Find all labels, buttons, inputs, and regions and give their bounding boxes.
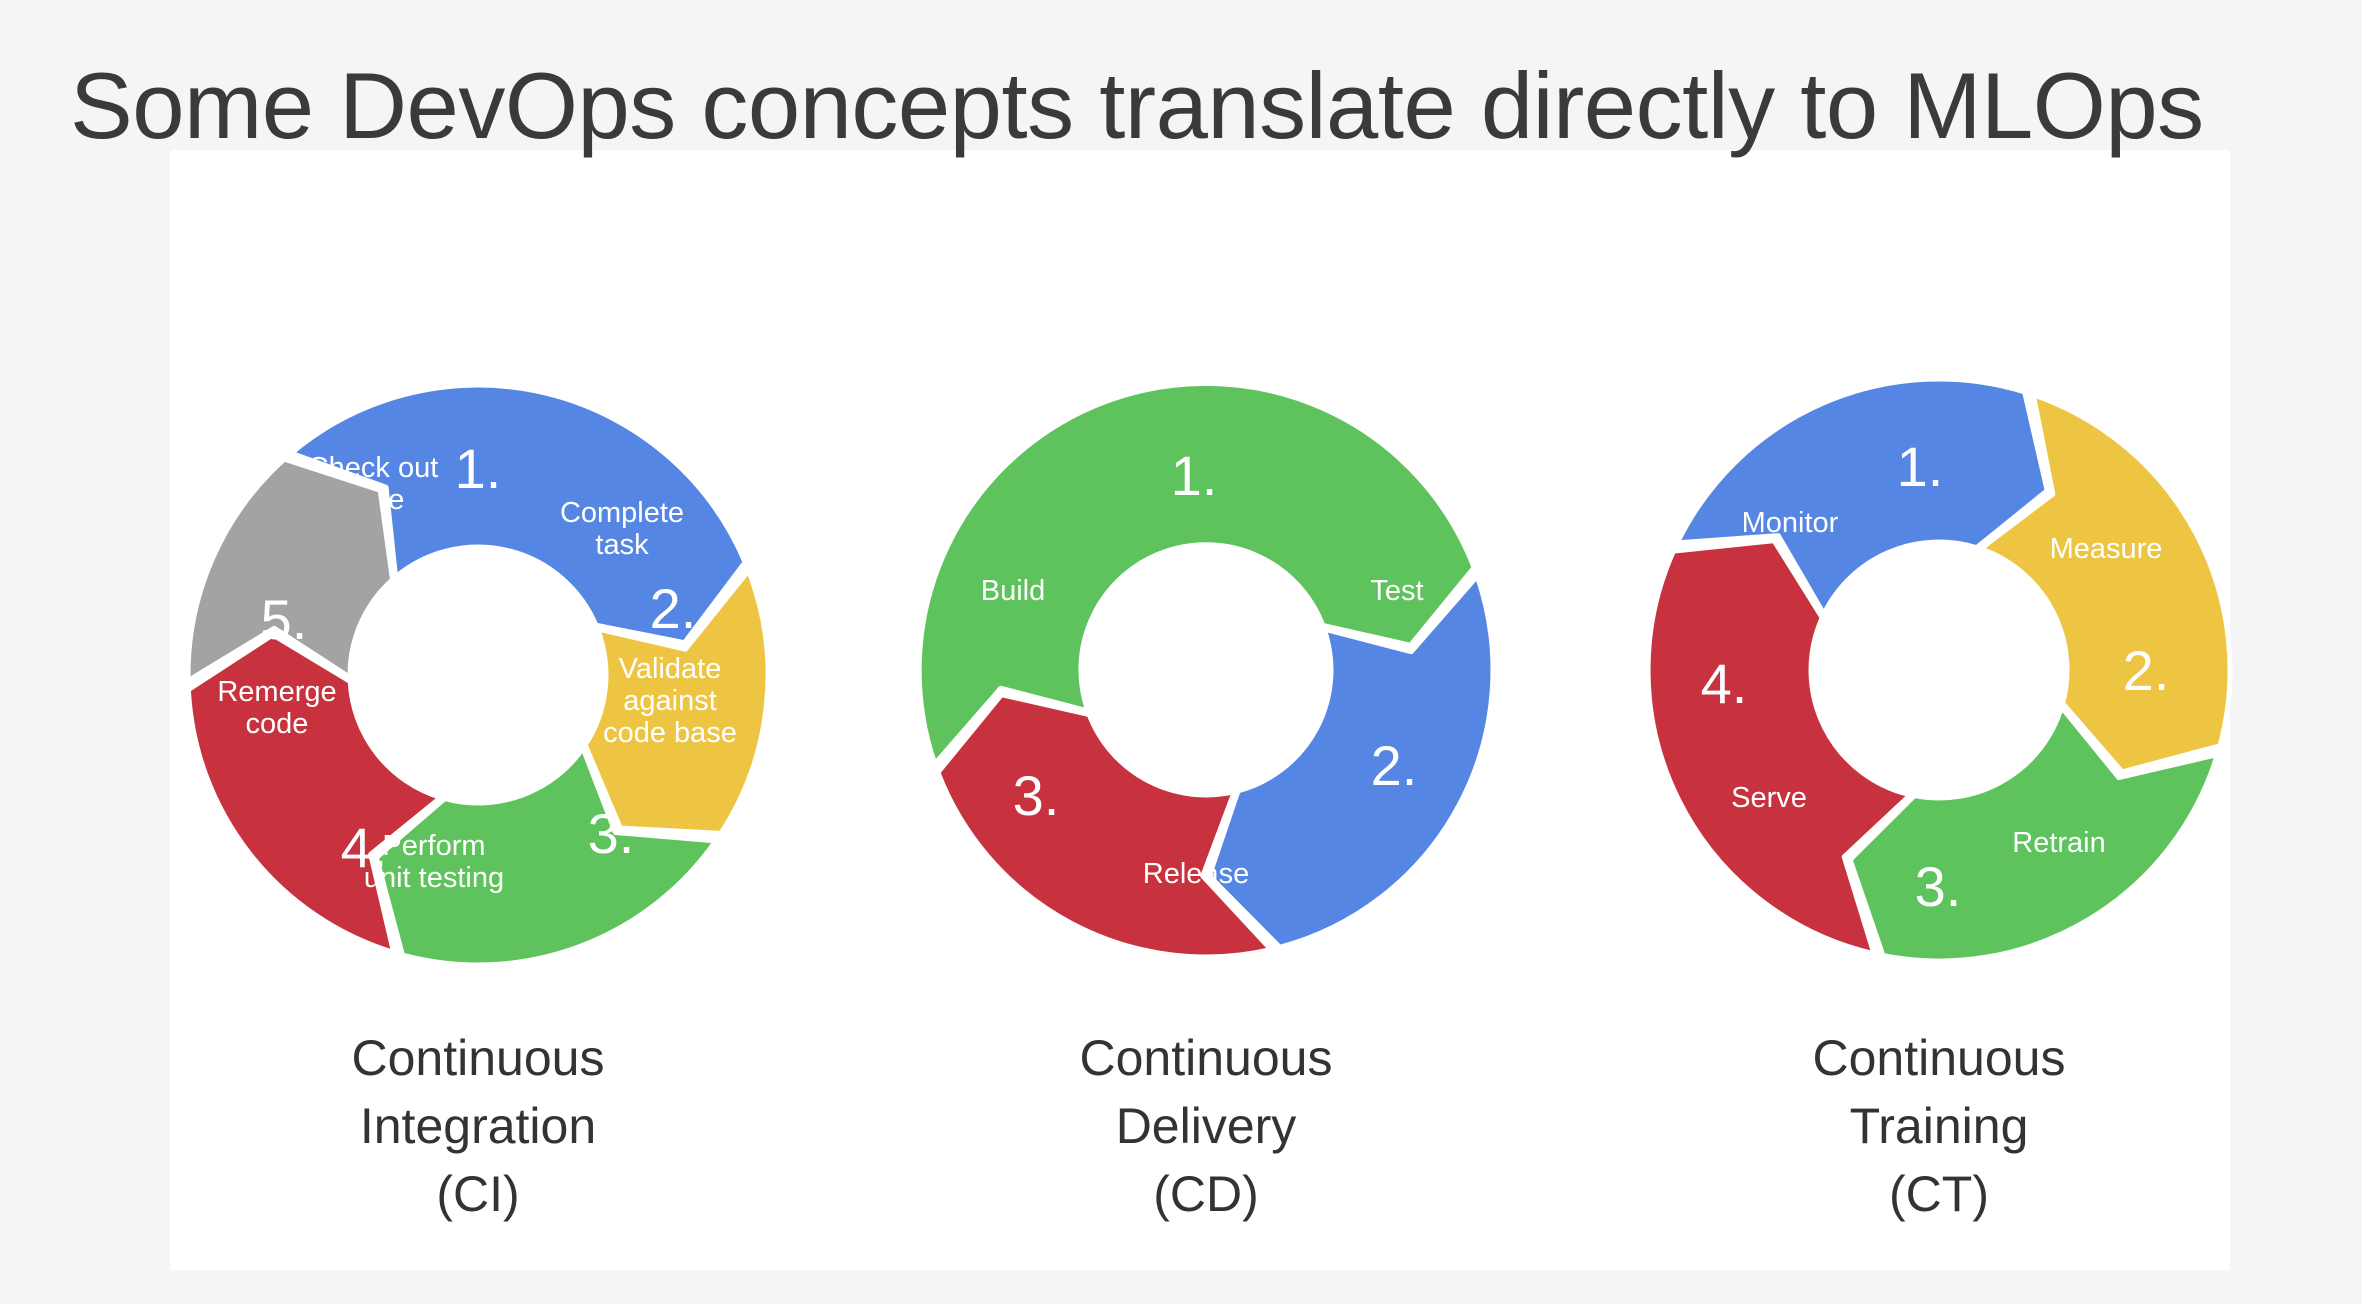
ct-step-number-2: 2. (2123, 639, 2170, 702)
ct-segment-4-label-line-1: Serve (1731, 782, 1807, 814)
ct-segment-2-label-line-1: Measure (2050, 533, 2163, 565)
cd-step-number-1: 1. (1171, 444, 1218, 507)
ci-caption: Continuous Integration (CI) (178, 1024, 778, 1228)
cd-caption-line-3: (CD) (1153, 1166, 1259, 1222)
ct-caption-line-3: (CT) (1889, 1166, 1989, 1222)
ct-caption-line-1: Continuous (1812, 1030, 2066, 1086)
ci-step-number-4: 4. (341, 816, 388, 879)
ct-segment-3-label-line-1: Retrain (2012, 827, 2106, 859)
ci-caption-line-1: Continuous (351, 1030, 605, 1086)
cd-caption: Continuous Delivery (CD) (906, 1024, 1506, 1228)
ct-segment-1-label-line-1: Monitor (1742, 507, 1839, 539)
ct-cycle: Monitor 1. Measure 2. Retrain 3. Serve 4. (1645, 376, 2233, 964)
ci-cycle: Check outcode1.Completetask2.Validateaga… (185, 382, 771, 968)
ci-segment-3-label-line-3: code base (603, 717, 737, 749)
ci-step-number-2: 2. (650, 577, 697, 640)
ci-segment-5-label-line-2: code (246, 708, 309, 740)
ci-segment-2-label-line-1: Complete (560, 497, 684, 529)
cd-segment-2-label-line-1: Test (1370, 575, 1423, 607)
cd-segment-1-label: Build (981, 575, 1046, 607)
ci-caption-line-2: Integration (359, 1098, 597, 1154)
cd-step-number-2: 2. (1371, 734, 1418, 797)
ct-caption-line-2: Training (1849, 1098, 2029, 1154)
ct-segment-1-label: Monitor (1742, 507, 1839, 539)
ct-segment-3-label: Retrain (2012, 827, 2106, 859)
ct-caption: Continuous Training (CT) (1639, 1024, 2239, 1228)
cd-cycle: Build 1. Test 2. Release 3. (916, 380, 1496, 960)
ci-step-number-3: 3. (588, 802, 635, 865)
ci-segment-5-label-line-1: Remerge (217, 676, 336, 708)
cd-segment-3-label-line-1: Release (1143, 858, 1249, 890)
cd-segment-3-label: Release (1143, 858, 1249, 890)
cd-caption-line-2: Delivery (1115, 1098, 1297, 1154)
ct-step-number-1: 1. (1897, 435, 1944, 498)
ct-segment-2-label: Measure (2050, 533, 2163, 565)
ci-segment-3-label-line-2: against (623, 685, 717, 717)
ct-step-number-3: 3. (1915, 855, 1962, 918)
ct-step-number-4: 4. (1701, 652, 1748, 715)
cd-step-number-3: 3. (1013, 764, 1060, 827)
cd-segment-3 (935, 692, 1274, 960)
ci-segment-3-label-line-1: Validate (619, 653, 722, 685)
ct-segment-4-label: Serve (1731, 782, 1807, 814)
ci-caption-line-3: (CI) (436, 1166, 520, 1222)
ci-segment-2-label-line-2: task (595, 529, 649, 561)
ci-step-number-1: 1. (455, 437, 502, 500)
cd-segment-2-label: Test (1370, 575, 1423, 607)
cd-caption-line-1: Continuous (1079, 1030, 1333, 1086)
cd-segment-1-label-line-1: Build (981, 575, 1046, 607)
ci-step-number-5: 5. (261, 588, 308, 651)
ci-segment-4-label-line-1: Perform (382, 830, 485, 862)
